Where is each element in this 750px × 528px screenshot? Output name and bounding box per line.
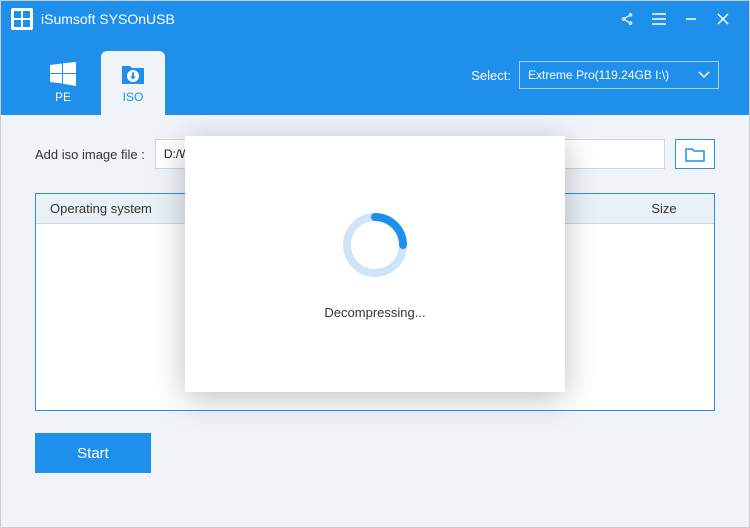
tab-iso-label: ISO [123, 90, 144, 104]
windows-icon [50, 62, 76, 86]
tab-pe-label: PE [55, 90, 71, 104]
tab-iso[interactable]: ISO [101, 51, 165, 115]
toolbar: PE ISO Select: Extreme Pro(119.24GB I:\) [1, 37, 749, 115]
app-logo: iSumsoft SYSOnUSB [11, 8, 175, 30]
start-button[interactable]: Start [35, 433, 151, 473]
folder-icon [685, 146, 705, 162]
drive-select-value: Extreme Pro(119.24GB I:\) [528, 68, 669, 82]
select-label: Select: [471, 68, 511, 83]
share-icon [620, 12, 634, 26]
close-button[interactable] [707, 4, 739, 34]
share-button[interactable] [611, 4, 643, 34]
progress-modal: Decompressing... [185, 136, 565, 392]
app-title: iSumsoft SYSOnUSB [41, 11, 175, 27]
drive-select-wrap: Select: Extreme Pro(119.24GB I:\) [471, 61, 719, 89]
drive-select[interactable]: Extreme Pro(119.24GB I:\) [519, 61, 719, 89]
spinner-icon [339, 209, 411, 281]
minimize-icon [685, 13, 697, 25]
logo-icon [11, 8, 33, 30]
browse-button[interactable] [675, 139, 715, 169]
menu-icon [652, 13, 666, 25]
add-iso-label: Add iso image file : [35, 147, 145, 162]
start-button-label: Start [77, 445, 109, 462]
close-icon [717, 13, 729, 25]
titlebar: iSumsoft SYSOnUSB [1, 1, 749, 37]
minimize-button[interactable] [675, 4, 707, 34]
chevron-down-icon [698, 68, 710, 82]
menu-button[interactable] [643, 4, 675, 34]
folder-download-icon [120, 62, 146, 86]
tab-pe[interactable]: PE [31, 51, 95, 115]
col-header-size: Size [614, 201, 714, 216]
progress-status: Decompressing... [324, 305, 425, 320]
